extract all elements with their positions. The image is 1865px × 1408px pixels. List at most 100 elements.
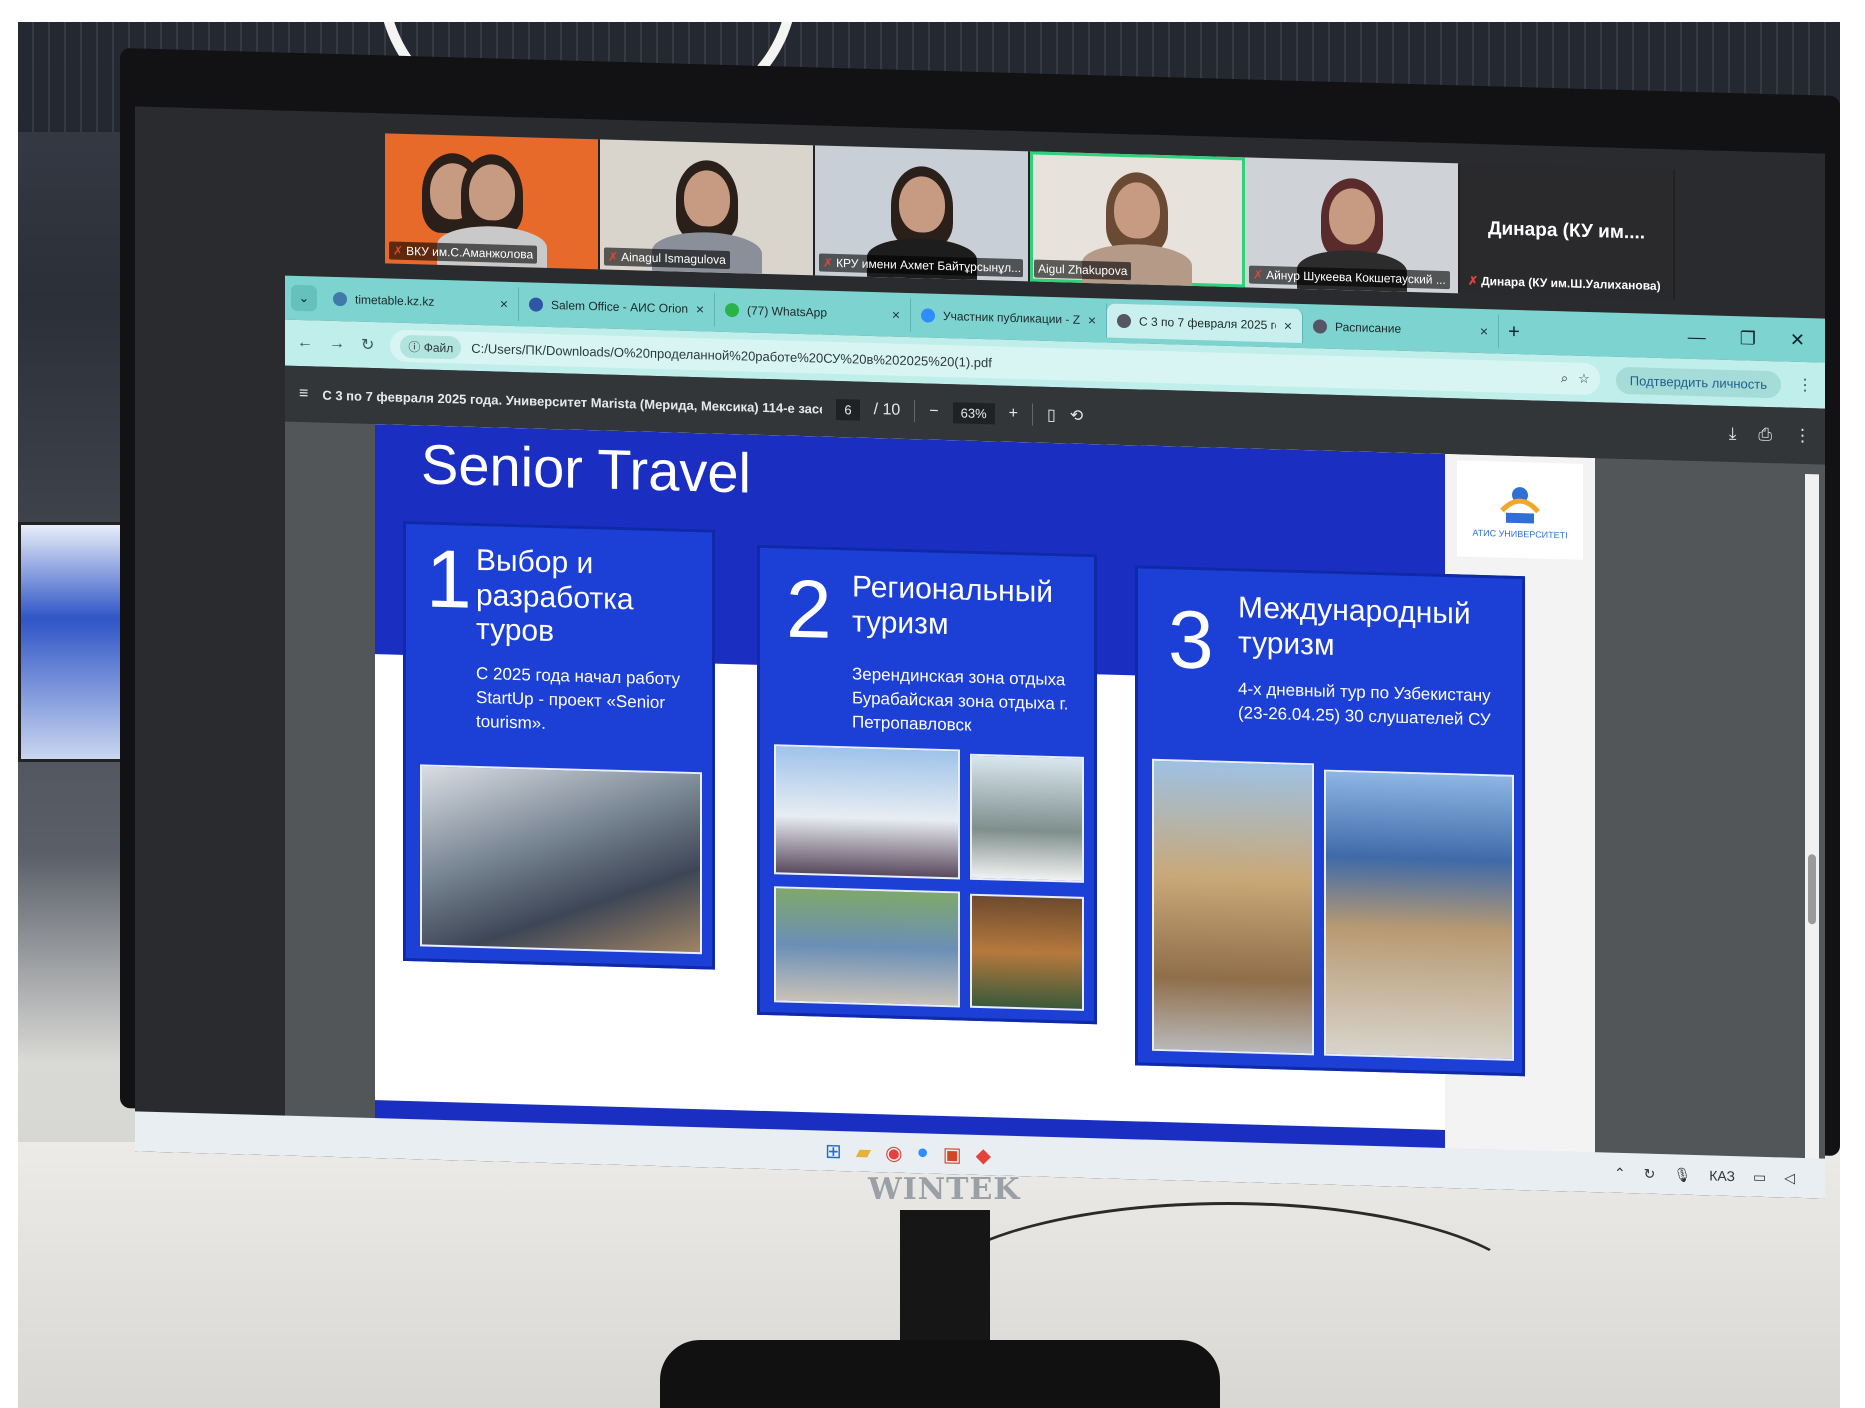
card-description: 4-х дневный тур по Узбекистану (23-26.04… bbox=[1238, 679, 1491, 730]
scrollbar-thumb[interactable] bbox=[1808, 854, 1816, 925]
mic-muted-icon: ✗ bbox=[1253, 267, 1264, 282]
participant-name: ✗ Айнур Шукеева Кокшетауский ... bbox=[1249, 265, 1450, 290]
mic-muted-icon: ✗ bbox=[608, 249, 619, 264]
more-options-icon[interactable]: ⋮ bbox=[1794, 426, 1811, 446]
close-icon[interactable]: × bbox=[1284, 317, 1292, 333]
more-menu-icon[interactable]: ⋮ bbox=[1797, 375, 1813, 395]
reload-icon[interactable]: ↻ bbox=[361, 335, 374, 355]
card-number: 1 bbox=[426, 533, 472, 626]
zoom-in-button[interactable]: + bbox=[1009, 405, 1018, 423]
participant-name: ✗ ВКУ им.С.Аманжолова bbox=[389, 241, 538, 264]
globe-icon bbox=[1313, 319, 1327, 334]
new-tab-button[interactable]: + bbox=[1499, 320, 1529, 344]
zoom-tile-1[interactable]: ✗ ВКУ им.С.Аманжолова bbox=[385, 133, 600, 270]
zoom-icon bbox=[921, 308, 935, 323]
monitor-screen: ✗ ВКУ им.С.Аманжолова ✗ Ainagul Ismagulova… bbox=[135, 106, 1825, 1199]
card-title: Международный туризм bbox=[1238, 591, 1471, 662]
bookmark-star-icon[interactable]: ☆ bbox=[1578, 371, 1590, 387]
tab-schedule[interactable]: Расписание × bbox=[1303, 309, 1499, 349]
photo-group-forest bbox=[970, 753, 1084, 883]
window-controls: — ❐ ✕ bbox=[1688, 326, 1819, 351]
zoom-tile-2[interactable]: ✗ Ainagul Ismagulova bbox=[600, 139, 815, 276]
close-icon[interactable]: × bbox=[892, 307, 900, 323]
page-number-input[interactable]: 6 bbox=[836, 398, 860, 421]
page-total: / 10 bbox=[873, 401, 901, 419]
chevron-up-icon[interactable]: ⌃ bbox=[1614, 1164, 1626, 1181]
forward-arrow-icon[interactable]: → bbox=[329, 335, 345, 353]
pdf-reader-icon[interactable]: ◆ bbox=[976, 1142, 991, 1167]
tab-salem-office[interactable]: Salem Office - АИС Orion × bbox=[519, 287, 715, 327]
participant-name: Aigul Zhakupova bbox=[1034, 259, 1132, 281]
pdf-document-title: С 3 по 7 февраля 2025 года. Университет … bbox=[322, 387, 823, 417]
zoom-participant-strip: ✗ ВКУ им.С.Аманжолова ✗ Ainagul Ismagulova… bbox=[385, 133, 1675, 300]
system-tray: ⌃ ↻ 🎙 КАЗ ▭ ◁ bbox=[1614, 1164, 1795, 1186]
photo-group-outdoor bbox=[774, 886, 960, 1008]
fit-page-icon[interactable]: ▯ bbox=[1047, 405, 1056, 425]
slide-card-1: 1 Выбор и разработка туров С 2025 года н… bbox=[403, 520, 715, 970]
language-indicator[interactable]: КАЗ bbox=[1709, 1167, 1735, 1184]
minimize-icon[interactable]: — bbox=[1688, 326, 1706, 348]
close-icon[interactable]: × bbox=[1480, 323, 1488, 339]
zoom-tile-4-active-speaker[interactable]: Aigul Zhakupova bbox=[1030, 151, 1245, 288]
tab-timetable[interactable]: timetable.kz.kz × bbox=[323, 281, 519, 322]
card-number: 3 bbox=[1168, 594, 1214, 687]
download-icon[interactable]: ⤓ bbox=[1729, 424, 1737, 444]
back-arrow-icon[interactable]: ← bbox=[297, 334, 313, 352]
close-icon[interactable]: × bbox=[500, 296, 508, 312]
restore-icon[interactable]: ❐ bbox=[1740, 328, 1756, 349]
emblem-icon bbox=[1500, 487, 1540, 524]
whatsapp-icon bbox=[725, 302, 739, 318]
monitor-stand-base bbox=[660, 1340, 1220, 1408]
pdf-scrollbar[interactable] bbox=[1805, 474, 1819, 1175]
card-description: Зерендинская зона отдыха Бурабайская зон… bbox=[852, 664, 1069, 735]
globe-icon bbox=[1117, 313, 1131, 329]
browser-window: ⌄ timetable.kz.kz × Salem Office - АИС Or… bbox=[285, 275, 1825, 1189]
tab-pdf-document[interactable]: С 3 по 7 февраля 2025 го... × bbox=[1107, 303, 1303, 344]
zoom-app-icon[interactable]: ● bbox=[917, 1141, 929, 1166]
card-number: 2 bbox=[786, 563, 832, 656]
close-window-icon[interactable]: ✕ bbox=[1790, 329, 1805, 350]
zoom-level-input[interactable]: 63% bbox=[952, 401, 995, 424]
powerpoint-icon[interactable]: ▣ bbox=[943, 1141, 962, 1167]
participant-name: ✗ Динара (КУ им.Ш.Уалиханова) bbox=[1468, 273, 1661, 294]
microphone-icon[interactable]: 🎙 bbox=[1673, 1166, 1691, 1183]
photo-group-indoor bbox=[970, 893, 1084, 1011]
tab-zoom-participants[interactable]: Участник публикации - Z × bbox=[911, 298, 1107, 338]
hamburger-menu-icon[interactable]: ≡ bbox=[299, 385, 308, 403]
pdf-viewer-area[interactable]: Senior Travel АТИС УНИВЕРСИТЕТІ 1 Выбор … bbox=[285, 421, 1825, 1189]
page-favicon-icon bbox=[529, 297, 543, 312]
zoom-tile-5[interactable]: ✗ Айнур Шукеева Кокшетауский ... bbox=[1245, 157, 1460, 294]
card-description: С 2025 года начал работу StartUp - проек… bbox=[476, 663, 681, 733]
chevron-down-icon: ⌄ bbox=[298, 289, 310, 306]
close-icon[interactable]: × bbox=[696, 301, 704, 317]
photo-seminar bbox=[420, 764, 702, 955]
tab-whatsapp[interactable]: (77) WhatsApp × bbox=[715, 292, 911, 333]
mic-muted-icon: ✗ bbox=[1468, 273, 1479, 288]
sync-icon[interactable]: ↻ bbox=[1644, 1165, 1656, 1182]
file-explorer-icon[interactable]: ▰ bbox=[856, 1139, 871, 1164]
zoom-tile-3[interactable]: ✗ КРУ имени Ахмет Байтұрсынұл... bbox=[815, 145, 1030, 282]
mic-muted-icon: ✗ bbox=[393, 243, 404, 258]
divider bbox=[1031, 403, 1033, 426]
speaker-icon[interactable]: ◁ bbox=[1784, 1169, 1795, 1186]
zoom-tile-6-name-only[interactable]: Динара (КУ им.... ✗ Динара (КУ им.Ш.Уалих… bbox=[1460, 163, 1675, 300]
participant-name: ✗ Ainagul Ismagulova bbox=[604, 247, 730, 270]
print-icon[interactable]: ⎙ bbox=[1758, 425, 1772, 445]
zoom-out-button[interactable]: − bbox=[929, 403, 938, 421]
start-windows-icon[interactable]: ⊞ bbox=[825, 1138, 842, 1163]
monitor-brand-logo: WINTEK bbox=[868, 1172, 1021, 1207]
tab-search-button[interactable]: ⌄ bbox=[291, 284, 317, 312]
slide-title: Senior Travel bbox=[421, 432, 751, 505]
verify-identity-button[interactable]: Подтвердить личность bbox=[1615, 366, 1781, 398]
rotate-icon[interactable]: ⟲ bbox=[1070, 406, 1083, 426]
slide-card-3: 3 Международный туризм 4-х дневный тур п… bbox=[1135, 565, 1525, 1077]
close-icon[interactable]: × bbox=[1088, 312, 1096, 328]
presentation-slide: Senior Travel АТИС УНИВЕРСИТЕТІ 1 Выбор … bbox=[375, 424, 1595, 1183]
chrome-icon[interactable]: ◉ bbox=[885, 1140, 902, 1165]
participant-display-name: Динара (КУ им.... bbox=[1487, 218, 1646, 244]
network-icon[interactable]: ▭ bbox=[1753, 1168, 1766, 1185]
zoom-magnifier-icon[interactable]: ⌕ bbox=[1561, 370, 1568, 386]
background-screen-left bbox=[18, 522, 130, 762]
file-info-chip[interactable]: ⓘ Файл bbox=[400, 334, 462, 360]
divider bbox=[914, 400, 916, 423]
